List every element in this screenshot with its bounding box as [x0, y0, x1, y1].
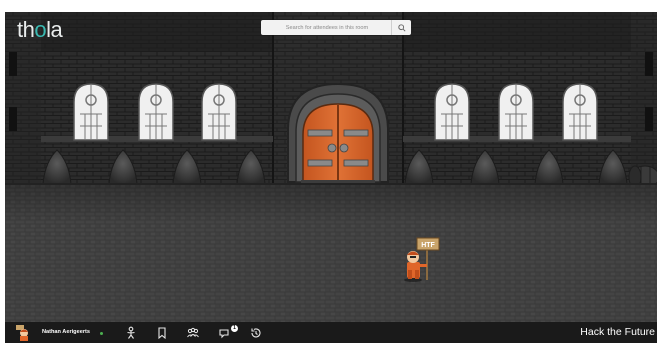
sign-text: HTF [421, 242, 435, 249]
emote-icon[interactable] [124, 326, 138, 340]
online-status-indicator [100, 332, 103, 335]
bottom-toolbar: Nathan Aerigeerts 1 Hack the Future [5, 322, 657, 343]
app-frame: HTF thola Search for attendees in this r… [5, 12, 657, 343]
user-avatar[interactable] [15, 325, 31, 341]
history-icon[interactable] [249, 326, 263, 340]
search-button[interactable] [391, 20, 411, 35]
search-input[interactable] [265, 21, 389, 34]
bookmark-icon[interactable] [155, 326, 169, 340]
search-icon [397, 23, 406, 32]
attendee-avatar-sprite[interactable]: HTF [401, 236, 441, 284]
app-logo[interactable]: thola [17, 17, 63, 43]
notification-badge: 1 [231, 325, 238, 332]
attendee-search [261, 20, 411, 35]
castle-scene [5, 12, 657, 322]
people-icon[interactable] [186, 326, 200, 340]
user-name[interactable]: Nathan Aerigeerts [42, 329, 90, 335]
chat-icon[interactable] [218, 326, 232, 340]
room-name: Hack the Future [580, 326, 655, 338]
